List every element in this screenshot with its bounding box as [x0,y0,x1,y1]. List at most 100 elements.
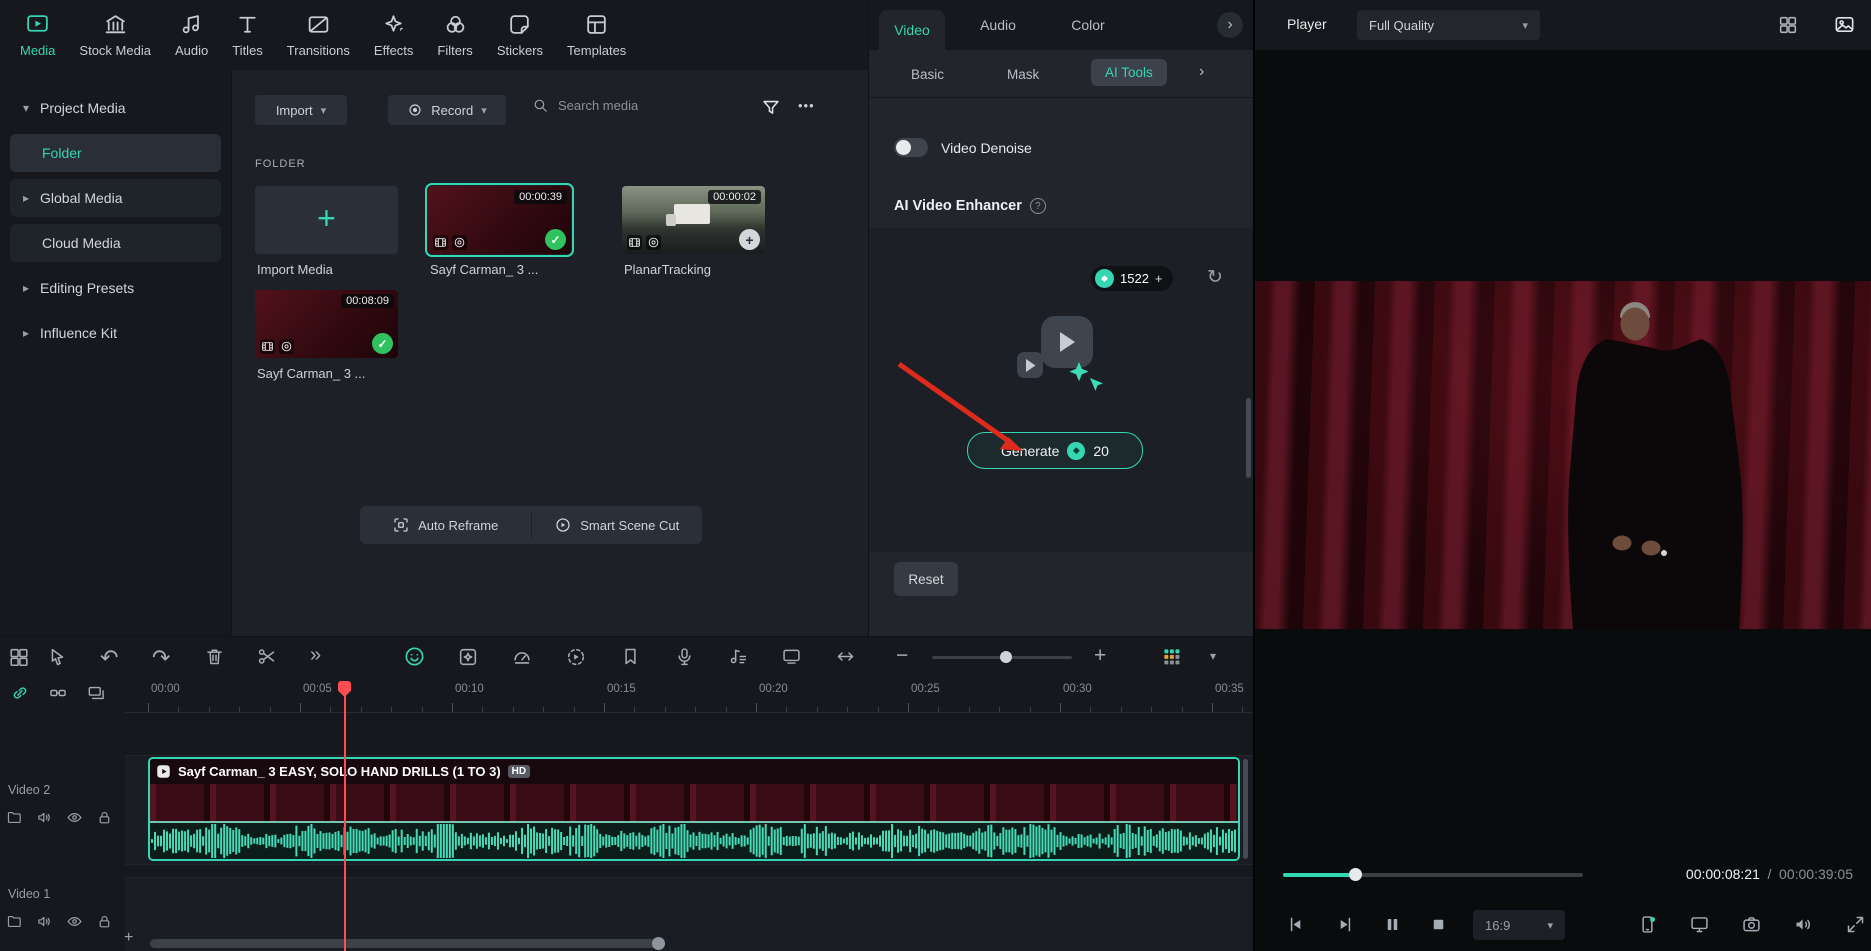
filter-icon[interactable] [760,97,782,119]
smart-scene-cut-button[interactable]: Smart Scene Cut [532,506,703,544]
track-manager-button[interactable] [1162,647,1181,666]
snapshot-button[interactable] [1741,914,1762,935]
face-tool-button[interactable] [403,645,426,668]
speed-tool-button[interactable] [511,646,533,668]
timeline-hscrollbar[interactable] [150,939,665,948]
media-item-import[interactable]: + Import Media [255,186,398,277]
track-manager-caret-icon[interactable]: ▾ [1210,649,1216,663]
group-link-button[interactable] [48,683,68,703]
folder-icon[interactable] [6,809,23,826]
aspect-ratio-dropdown[interactable]: 16:9 ▾ [1473,910,1565,940]
properties-scrollbar[interactable] [1246,398,1251,478]
undo-icon[interactable]: ↶ [100,645,118,671]
play-button[interactable] [1335,914,1356,935]
tab-templates[interactable]: Templates [555,12,638,58]
effects-tool-button[interactable] [457,646,479,668]
media-item-planartracking[interactable]: 00:00:02 + PlanarTracking [622,186,765,277]
voiceover-button[interactable] [674,646,695,667]
tab-filters[interactable]: Filters [425,12,484,58]
audio-to-text-button[interactable] [727,646,748,667]
subtab-basic[interactable]: Basic [911,50,944,98]
device-preview-button[interactable] [1637,914,1658,935]
pause-button[interactable] [1383,915,1402,934]
refresh-icon[interactable]: ↻ [1207,266,1223,289]
player-seekbar-handle[interactable] [1349,868,1362,881]
playhead-line[interactable] [344,681,346,951]
folder-icon[interactable] [6,913,23,930]
video-denoise-toggle[interactable] [894,138,928,157]
layout-grid-icon[interactable] [1777,14,1799,36]
fullscreen-button[interactable] [1845,914,1866,935]
timeline-hscrollbar-handle[interactable] [652,937,665,950]
zoom-in-icon[interactable]: + [1094,644,1106,668]
lock-icon[interactable] [96,809,113,826]
volume-button[interactable] [1793,914,1814,935]
lock-icon[interactable] [96,913,113,930]
import-button[interactable]: Import ▾ [255,95,347,125]
media-item-clip-2[interactable]: 00:08:09 ✓ Sayf Carman_ 3 ... [255,290,398,381]
screen-device-button[interactable] [781,646,802,667]
generate-button[interactable]: Generate ◆ 20 [967,432,1143,469]
prev-frame-button[interactable] [1285,914,1306,935]
sidebar-item-editing-presets[interactable]: ▸ Editing Presets [10,269,221,307]
timeline-ruler[interactable]: 00:00 00:05 00:10 00:15 00:20 00:25 00:30 00:35 [125,677,1253,713]
delete-button[interactable] [204,646,225,667]
sidebar-item-project-media[interactable]: ▾ Project Media [10,89,221,127]
reset-button[interactable]: Reset [894,562,958,596]
split-button[interactable] [256,646,277,667]
media-item-clip[interactable]: 00:00:39 ✓ Sayf Carman_ 3 ... [425,183,574,277]
clip-thumbnail: 00:00:02 + [622,186,765,254]
sidebar-item-cloud-media[interactable]: Cloud Media [10,224,221,262]
add-to-timeline-icon[interactable]: + [739,229,760,250]
toolbox-button[interactable] [8,646,30,668]
link-clips-button[interactable] [10,683,30,703]
zoom-out-icon[interactable]: − [896,644,908,668]
chevron-right-icon[interactable]: › [1199,63,1204,81]
auto-reframe-button[interactable]: Auto Reframe [360,506,531,544]
redo-icon[interactable]: ↷ [152,645,170,671]
credits-badge[interactable]: ◆ 1522 + [1091,266,1173,291]
select-tool-button[interactable] [46,646,68,668]
tab-transitions[interactable]: Transitions [275,12,362,58]
zoom-slider-handle[interactable] [1000,651,1012,663]
tab-effects[interactable]: Effects [362,12,426,58]
track-stack-button[interactable] [86,683,106,703]
more-tools-icon[interactable]: » [310,644,321,667]
sidebar-item-influence-kit[interactable]: ▸ Influence Kit [10,314,221,352]
fit-timeline-button[interactable] [835,646,856,667]
display-button[interactable] [1689,914,1710,935]
tab-color[interactable]: Color [1055,0,1121,50]
eye-icon[interactable] [66,913,83,930]
preview-image-icon[interactable] [1833,13,1856,36]
stop-button[interactable] [1429,915,1448,934]
timeline-vscrollbar[interactable] [1243,759,1248,859]
marker-button[interactable] [620,646,641,667]
tab-label: Stickers [496,43,544,58]
record-button[interactable]: Record ▾ [388,95,506,125]
tab-stickers[interactable]: Stickers [485,12,555,58]
eye-icon[interactable] [66,809,83,826]
tab-audio[interactable]: Audio [965,0,1031,50]
zoom-slider[interactable] [932,651,1072,663]
subtab-mask[interactable]: Mask [1007,50,1039,98]
help-icon[interactable]: ? [1029,198,1046,214]
more-options-icon[interactable]: ••• [798,98,815,113]
subtab-ai-tools[interactable]: AI Tools [1091,59,1167,86]
sidebar-item-folder[interactable]: Folder [10,134,221,172]
tab-stock-media[interactable]: Stock Media [67,12,163,58]
timecode-total: 00:00:39:05 [1779,866,1853,882]
timeline-clip[interactable]: Sayf Carman_ 3 EASY, SOLO HAND DRILLS (1… [148,757,1240,861]
mute-speaker-icon[interactable] [36,913,53,930]
quality-dropdown[interactable]: Full Quality ▾ [1357,10,1540,40]
sidebar-item-global-media[interactable]: ▸ Global Media [10,179,221,217]
render-preview-button[interactable] [565,646,587,668]
mute-speaker-icon[interactable] [36,809,53,826]
add-track-icon[interactable]: + [124,929,133,947]
tab-video[interactable]: Video [879,10,945,50]
tab-titles[interactable]: Titles [220,12,275,58]
video-preview[interactable] [1255,281,1871,629]
tabs-overflow-button[interactable]: › [1217,12,1243,38]
tab-media[interactable]: Media [8,12,67,58]
tab-audio[interactable]: Audio [163,12,220,58]
search-input[interactable] [558,98,728,113]
